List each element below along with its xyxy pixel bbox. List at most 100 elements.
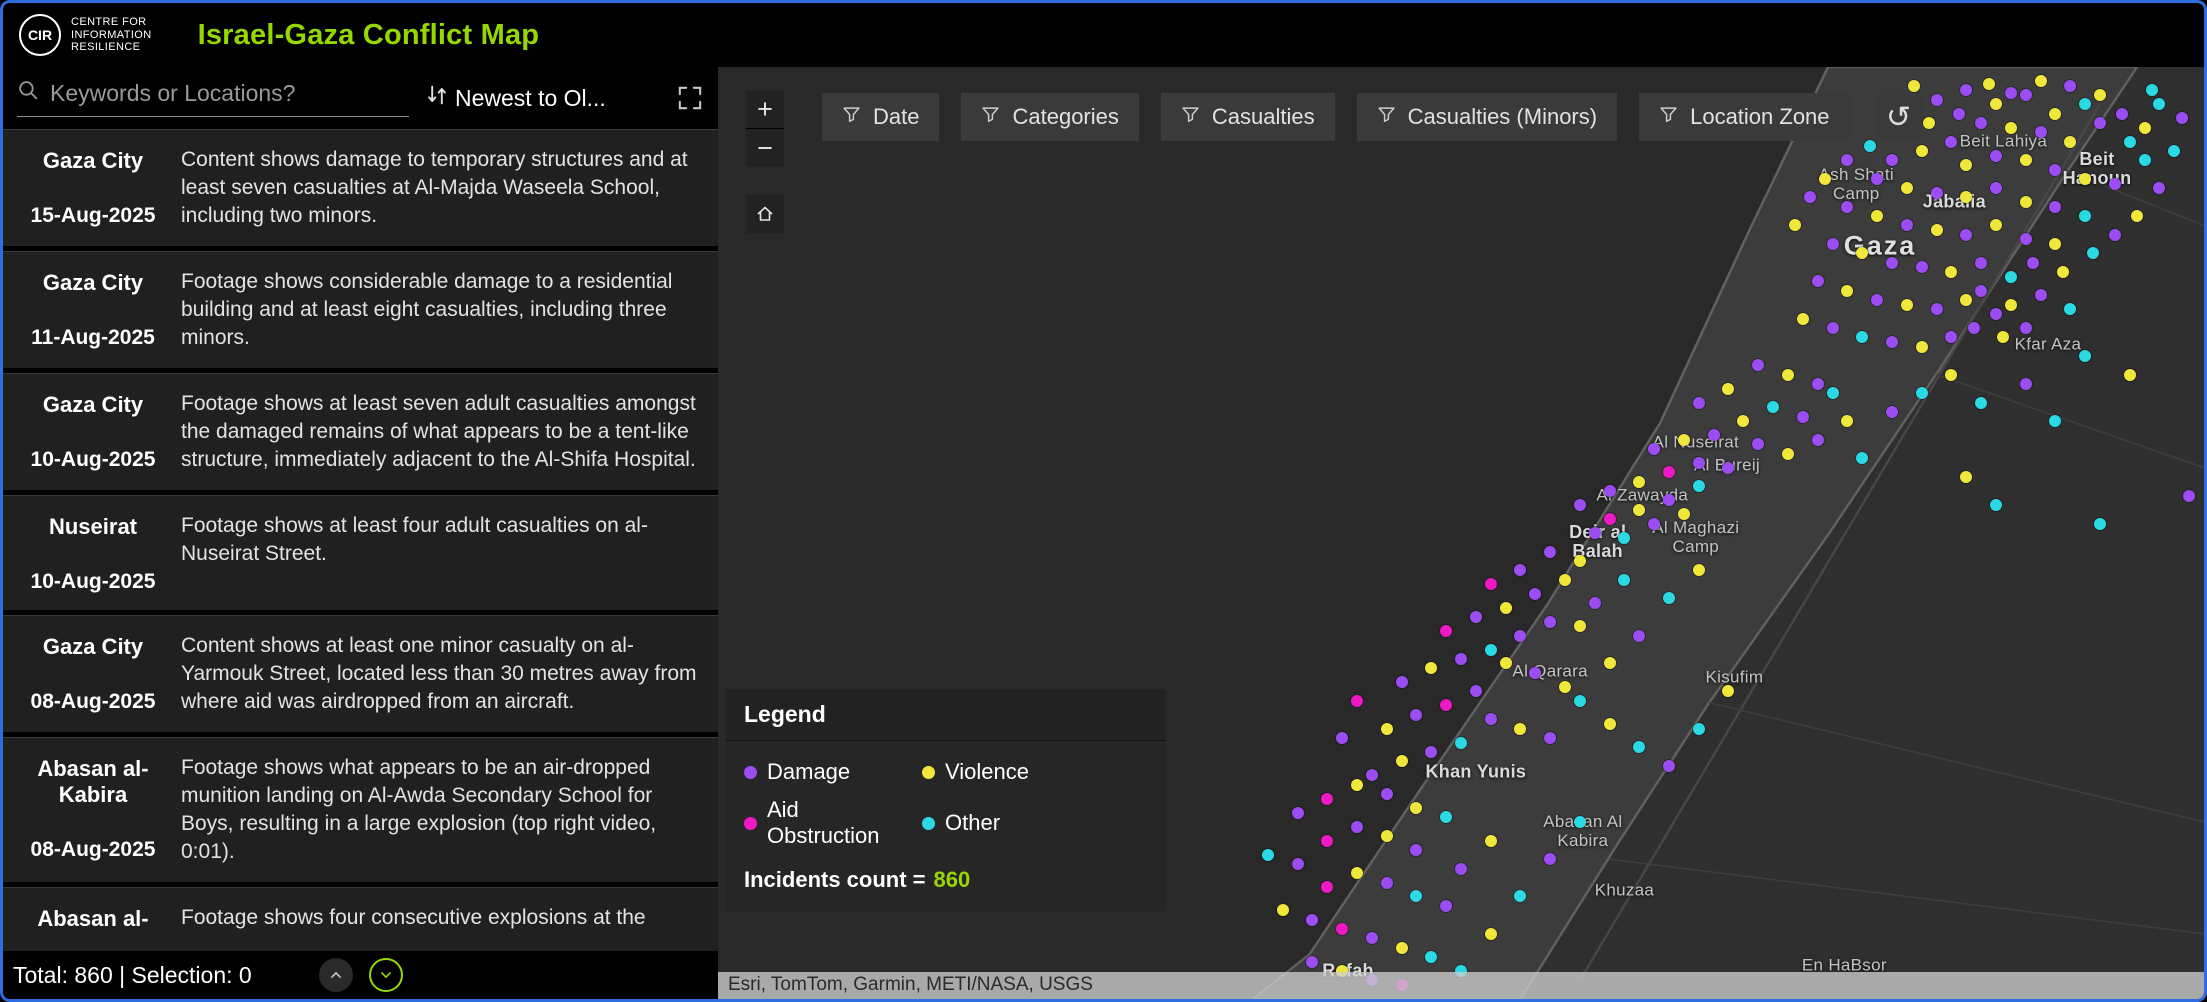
incident-point[interactable]	[2146, 84, 2158, 96]
incident-point[interactable]	[1470, 611, 1482, 623]
incident-point[interactable]	[2020, 196, 2032, 208]
incident-point[interactable]	[1752, 359, 1764, 371]
incident-point[interactable]	[1819, 173, 1831, 185]
incident-point[interactable]	[2064, 136, 2076, 148]
incident-point[interactable]	[1841, 201, 1853, 213]
incident-point[interactable]	[2049, 201, 2061, 213]
incident-point[interactable]	[1923, 117, 1935, 129]
incident-point[interactable]	[1574, 620, 1586, 632]
scroll-up-button[interactable]	[319, 958, 353, 992]
incident-point[interactable]	[1871, 294, 1883, 306]
incident-point[interactable]	[2176, 112, 2188, 124]
incident-point[interactable]	[2035, 75, 2047, 87]
zoom-in-button[interactable]: +	[746, 91, 784, 129]
incident-point[interactable]	[1485, 928, 1497, 940]
incident-point[interactable]	[1812, 378, 1824, 390]
incident-point[interactable]	[1604, 718, 1616, 730]
incident-point[interactable]	[2005, 87, 2017, 99]
incident-point[interactable]	[1990, 499, 2002, 511]
incident-point[interactable]	[1960, 159, 1972, 171]
incident-point[interactable]	[2027, 257, 2039, 269]
incident-point[interactable]	[2064, 303, 2076, 315]
incident-point[interactable]	[1574, 695, 1586, 707]
incident-point[interactable]	[1968, 322, 1980, 334]
incident-point[interactable]	[1574, 499, 1586, 511]
incident-point[interactable]	[1292, 807, 1304, 819]
incident-point[interactable]	[1440, 625, 1452, 637]
incident-point[interactable]	[2049, 415, 2061, 427]
incident-point[interactable]	[1366, 932, 1378, 944]
incident-point[interactable]	[2139, 122, 2151, 134]
incident-point[interactable]	[1604, 485, 1616, 497]
incident-point[interactable]	[2020, 89, 2032, 101]
select-extent-icon[interactable]	[676, 84, 704, 112]
incident-point[interactable]	[1351, 695, 1363, 707]
incident-point[interactable]	[1559, 574, 1571, 586]
incident-point[interactable]	[1693, 457, 1705, 469]
incident-point[interactable]	[1960, 294, 1972, 306]
incident-point[interactable]	[1485, 713, 1497, 725]
incident-point[interactable]	[1336, 923, 1348, 935]
filter-button[interactable]: Location Zone	[1639, 93, 1849, 141]
incident-point[interactable]	[1916, 261, 1928, 273]
incident-point[interactable]	[2124, 136, 2136, 148]
incident-point[interactable]	[1544, 546, 1556, 558]
incident-point[interactable]	[1648, 443, 1660, 455]
incident-point[interactable]	[2079, 173, 2091, 185]
incident-point[interactable]	[1931, 224, 1943, 236]
incident-point[interactable]	[1693, 564, 1705, 576]
incident-point[interactable]	[2094, 117, 2106, 129]
incident-point[interactable]	[1306, 914, 1318, 926]
incident-point[interactable]	[1589, 527, 1601, 539]
reset-filters-button[interactable]: ↺	[1876, 94, 1922, 140]
filter-button[interactable]: Casualties (Minors)	[1357, 93, 1618, 141]
incident-point[interactable]	[1990, 219, 2002, 231]
incident-point[interactable]	[1975, 257, 1987, 269]
incident-point[interactable]	[2109, 229, 2121, 241]
map-canvas[interactable]: Beit LahiyaBeit HanounAsh Shati CampJaba…	[718, 67, 2204, 999]
incident-point[interactable]	[1455, 737, 1467, 749]
incident-point[interactable]	[1990, 98, 2002, 110]
incident-point[interactable]	[1722, 383, 1734, 395]
incident-point[interactable]	[1797, 313, 1809, 325]
incident-point[interactable]	[1797, 411, 1809, 423]
incident-point[interactable]	[2079, 350, 2091, 362]
incident-point[interactable]	[1396, 755, 1408, 767]
incident-point[interactable]	[1633, 741, 1645, 753]
incident-point[interactable]	[1916, 145, 1928, 157]
incident-point[interactable]	[1975, 285, 1987, 297]
incident-point[interactable]	[1455, 653, 1467, 665]
incident-point[interactable]	[1544, 732, 1556, 744]
incident-point[interactable]	[1440, 699, 1452, 711]
incident-point[interactable]	[1381, 830, 1393, 842]
incident-point[interactable]	[1440, 900, 1452, 912]
incident-point[interactable]	[1306, 956, 1318, 968]
incident-point[interactable]	[2116, 108, 2128, 120]
incident-point[interactable]	[1485, 578, 1497, 590]
incident-point[interactable]	[1990, 150, 2002, 162]
incident-point[interactable]	[2168, 145, 2180, 157]
incident-point[interactable]	[1425, 746, 1437, 758]
incident-point[interactable]	[1485, 644, 1497, 656]
incident-point[interactable]	[1856, 331, 1868, 343]
incident-card[interactable]: Gaza City 10-Aug-2025 Footage shows at l…	[3, 373, 718, 490]
incident-point[interactable]	[1960, 191, 1972, 203]
incident-point[interactable]	[1886, 257, 1898, 269]
incident-point[interactable]	[1945, 331, 1957, 343]
incident-point[interactable]	[1960, 84, 1972, 96]
incident-point[interactable]	[1633, 476, 1645, 488]
incident-card[interactable]: Abasan al-Kabira 08-Aug-2025 Footage sho…	[3, 737, 718, 882]
incident-point[interactable]	[1410, 844, 1422, 856]
incident-point[interactable]	[2005, 271, 2017, 283]
incident-point[interactable]	[1663, 466, 1675, 478]
incident-point[interactable]	[2049, 164, 2061, 176]
incident-point[interactable]	[1604, 513, 1616, 525]
incident-card[interactable]: Gaza City 08-Aug-2025 Content shows at l…	[3, 615, 718, 732]
incident-point[interactable]	[2094, 89, 2106, 101]
incident-point[interactable]	[2020, 233, 2032, 245]
incident-point[interactable]	[2049, 238, 2061, 250]
incident-point[interactable]	[1633, 504, 1645, 516]
incident-point[interactable]	[2087, 247, 2099, 259]
incident-point[interactable]	[1960, 229, 1972, 241]
incident-point[interactable]	[1916, 387, 1928, 399]
